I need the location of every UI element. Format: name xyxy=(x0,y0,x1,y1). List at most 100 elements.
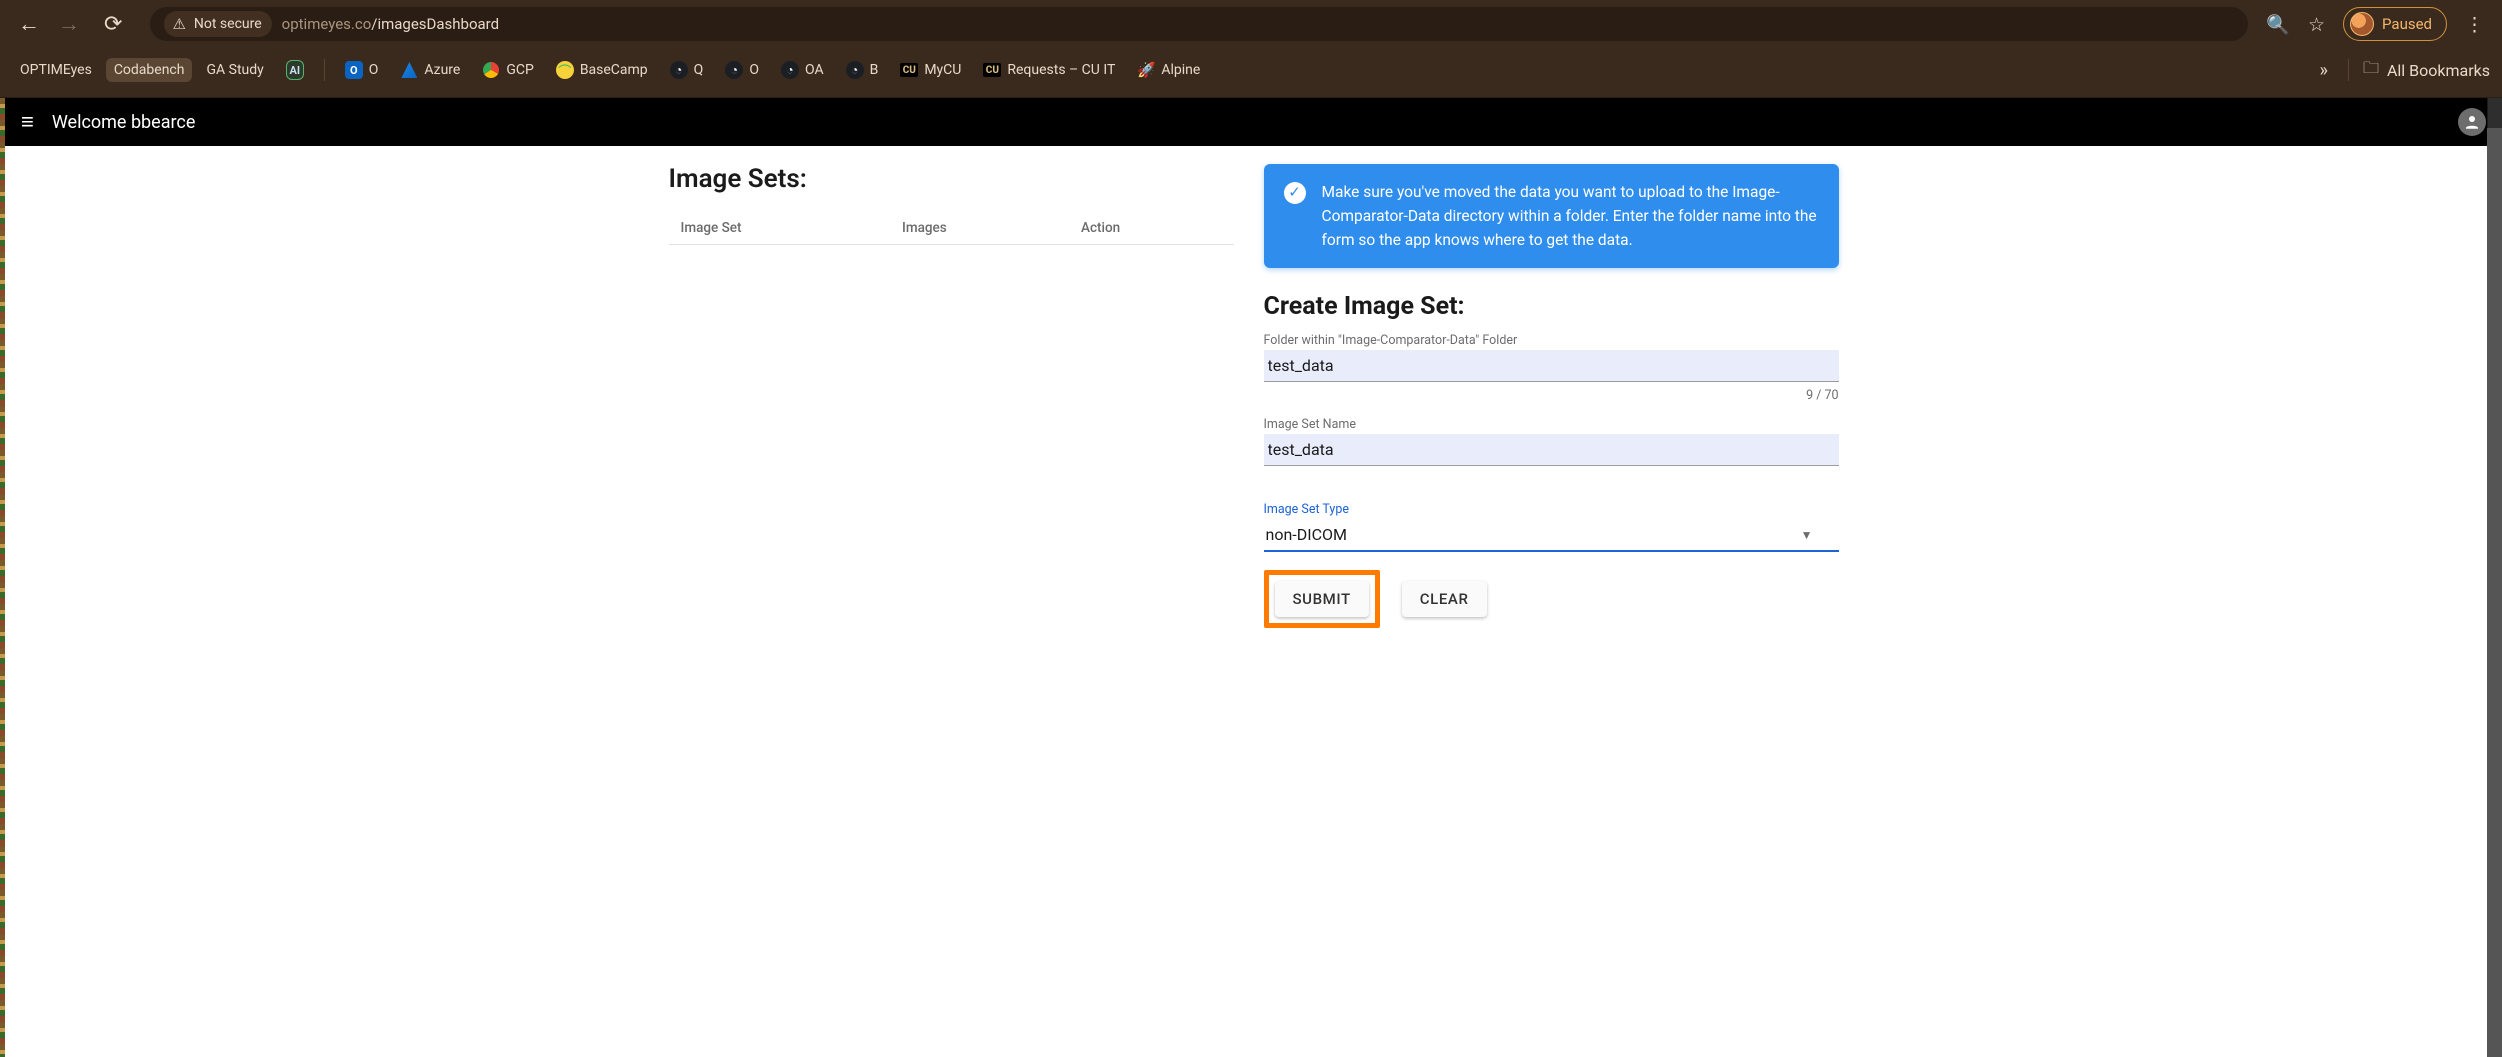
check-circle-icon: ✓ xyxy=(1284,182,1306,204)
favicon-icon: O xyxy=(345,61,363,79)
favicon-icon: ◔ xyxy=(725,61,743,79)
name-input[interactable] xyxy=(1264,434,1839,466)
avatar-icon xyxy=(2350,12,2374,36)
image-sets-heading: Image Sets: xyxy=(669,164,1234,194)
page-body: Image Sets: Image Set Images Action ✓ xyxy=(5,146,2502,1057)
bookmark-label: B xyxy=(870,62,879,78)
scrollbar-thumb[interactable] xyxy=(2487,98,2502,128)
browser-toolbar: ← → ⟳ ⚠ Not secure optimeyes.co/imagesDa… xyxy=(0,0,2502,48)
bookmark-item[interactable]: CU Requests – CU IT xyxy=(975,57,1123,83)
col-image-set: Image Set xyxy=(669,212,891,245)
type-value: non-DICOM xyxy=(1266,525,1347,544)
browser-chrome: ← → ⟳ ⚠ Not secure optimeyes.co/imagesDa… xyxy=(0,0,2502,98)
page-inner: Image Sets: Image Set Images Action ✓ xyxy=(669,164,1839,1017)
bookmark-label: Requests – CU IT xyxy=(1007,62,1115,78)
bookmark-item[interactable]: Azure xyxy=(392,57,468,83)
bookmark-item[interactable]: GCP xyxy=(474,57,541,83)
url-path: /imagesDashboard xyxy=(371,15,499,33)
bookmarks-overflow-icon[interactable]: » xyxy=(2314,60,2334,81)
welcome-text: Welcome bbearce xyxy=(52,112,196,133)
folder-icon: 🗀 xyxy=(2363,57,2379,84)
app-shell: ≡ Welcome bbearce Image Sets: Image Set … xyxy=(5,98,2502,1057)
favicon-icon: ◔ xyxy=(781,61,799,79)
table-header-row: Image Set Images Action xyxy=(669,212,1234,245)
info-text: Make sure you've moved the data you want… xyxy=(1322,180,1819,252)
bookmark-item[interactable]: ◔ OA xyxy=(773,57,832,83)
form-actions: SUBMIT CLEAR xyxy=(1264,570,1839,628)
folder-label: Folder within "Image-Comparator-Data" Fo… xyxy=(1264,333,1839,348)
favicon-icon xyxy=(400,61,418,79)
favicon-icon: ◔ xyxy=(670,61,688,79)
bookmark-label: GA Study xyxy=(206,62,263,78)
app-topbar: ≡ Welcome bbearce xyxy=(5,98,2502,146)
forward-icon: → xyxy=(58,11,80,37)
submit-button[interactable]: SUBMIT xyxy=(1275,581,1369,617)
url-text: optimeyes.co/imagesDashboard xyxy=(282,15,499,33)
scrollbar-track[interactable] xyxy=(2487,98,2502,1057)
browser-menu-icon[interactable]: ⋮ xyxy=(2465,13,2484,36)
profile-paused-chip[interactable]: Paused xyxy=(2343,7,2447,41)
bookmarks-bar: OPTIMEyesCodabenchGA StudyAIOOAzureGCP⌒B… xyxy=(0,48,2502,92)
folder-counter: 9 / 70 xyxy=(1264,388,1839,403)
back-icon[interactable]: ← xyxy=(18,11,40,37)
url-host: optimeyes.co xyxy=(282,15,372,33)
type-field: Image Set Type non-DICOM ▼ xyxy=(1264,502,1839,552)
info-banner: ✓ Make sure you've moved the data you wa… xyxy=(1264,164,1839,268)
bookmark-label: Alpine xyxy=(1161,62,1200,78)
bookmark-item[interactable]: CU MyCU xyxy=(892,57,969,83)
divider xyxy=(2348,59,2349,81)
bookmark-item[interactable]: ⌒ BaseCamp xyxy=(548,57,656,83)
zoom-icon[interactable]: 🔍 xyxy=(2266,13,2290,36)
bookmark-item[interactable]: OPTIMEyes xyxy=(12,58,100,82)
type-select[interactable]: non-DICOM ▼ xyxy=(1264,519,1839,552)
chevron-down-icon: ▼ xyxy=(1801,528,1813,542)
folder-input[interactable] xyxy=(1264,350,1839,382)
menu-icon[interactable]: ≡ xyxy=(21,109,34,135)
create-heading: Create Image Set: xyxy=(1264,292,1839,321)
all-bookmarks-link[interactable]: All Bookmarks xyxy=(2387,61,2490,80)
bookmark-item[interactable]: 🚀 Alpine xyxy=(1129,57,1208,83)
favicon-icon: ⌒ xyxy=(556,61,574,79)
bookmark-label: Azure xyxy=(424,62,460,78)
favicon-icon: ◔ xyxy=(846,61,864,79)
submit-highlight: SUBMIT xyxy=(1264,570,1380,628)
folder-field: Folder within "Image-Comparator-Data" Fo… xyxy=(1264,333,1839,382)
create-panel: ✓ Make sure you've moved the data you wa… xyxy=(1264,164,1839,628)
bookmark-item[interactable]: GA Study xyxy=(198,58,271,82)
bookmark-item[interactable]: ◔B xyxy=(838,57,887,83)
security-chip[interactable]: ⚠ Not secure xyxy=(164,11,271,37)
bookmark-label: Q xyxy=(694,62,704,78)
bookmark-label: OPTIMEyes xyxy=(20,62,92,78)
omnibox[interactable]: ⚠ Not secure optimeyes.co/imagesDashboar… xyxy=(150,7,2248,41)
bookmark-item[interactable]: ◔O xyxy=(717,57,767,83)
divider xyxy=(324,59,325,81)
favicon-icon: AI xyxy=(286,61,304,79)
bookmark-item[interactable]: ◔Q xyxy=(662,57,712,83)
bookmark-label: OA xyxy=(805,62,824,78)
bookmark-label: Codabench xyxy=(114,62,185,78)
bookmark-label: BaseCamp xyxy=(580,62,648,78)
image-sets-table: Image Set Images Action xyxy=(669,212,1234,245)
favicon-icon: CU xyxy=(983,61,1001,79)
bookmark-item[interactable]: AI xyxy=(278,57,312,83)
reload-icon[interactable]: ⟳ xyxy=(104,12,122,37)
bookmark-label: MyCU xyxy=(924,62,961,78)
profile-icon[interactable] xyxy=(2458,108,2486,136)
bookmarks-right: » 🗀 All Bookmarks xyxy=(2314,57,2491,84)
type-label: Image Set Type xyxy=(1264,502,1839,517)
chrome-actions: 🔍 ☆ Paused ⋮ xyxy=(2258,7,2492,41)
name-field: Image Set Name xyxy=(1264,417,1839,466)
image-sets-panel: Image Sets: Image Set Images Action xyxy=(669,164,1234,245)
bookmark-label: O xyxy=(369,62,379,78)
paused-label: Paused xyxy=(2382,15,2432,33)
bookmark-item[interactable]: Codabench xyxy=(106,58,193,82)
bookmark-item[interactable]: OO xyxy=(337,57,387,83)
warning-icon: ⚠ xyxy=(172,15,185,33)
star-icon[interactable]: ☆ xyxy=(2308,13,2325,36)
clear-button[interactable]: CLEAR xyxy=(1402,581,1487,617)
name-label: Image Set Name xyxy=(1264,417,1839,432)
favicon-icon: CU xyxy=(900,61,918,79)
favicon-icon xyxy=(482,61,500,79)
bookmark-label: O xyxy=(749,62,759,78)
favicon-icon: 🚀 xyxy=(1137,61,1155,79)
